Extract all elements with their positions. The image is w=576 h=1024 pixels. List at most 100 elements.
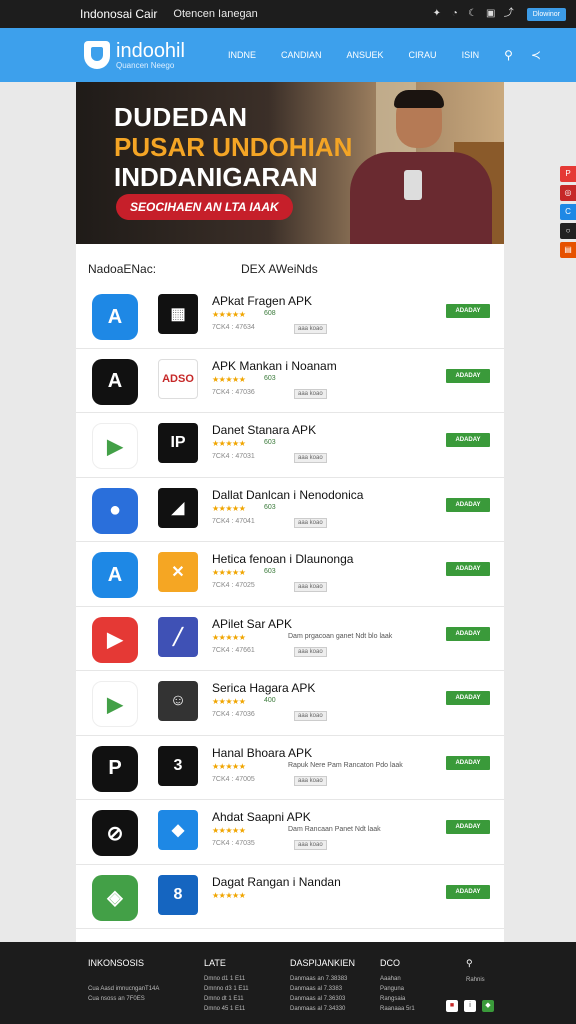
app-name[interactable]: APkat Fragen APK	[212, 294, 312, 308]
search-icon[interactable]: ⚲	[466, 958, 485, 969]
app-logo-icon[interactable]: P	[92, 745, 138, 792]
app-icon[interactable]: ▣	[485, 8, 497, 20]
app-list-item[interactable]: A ▦ APkat Fragen APK ★★★★★ 608 7CK4 : 47634 aa…	[76, 284, 504, 349]
rating-stars-icon: ★★★★★	[212, 697, 246, 706]
app-list-item[interactable]: ◈ 8 Dagat Rangan i Nandan ★★★★★ ADADAY	[76, 865, 504, 929]
app-icon[interactable]: 3	[158, 745, 198, 786]
footer-link[interactable]: Danmaas al 7.36303	[290, 996, 355, 1002]
app-icon[interactable]: ╱	[158, 616, 198, 657]
footer-link[interactable]: Danmaas an 7.38383	[290, 976, 355, 982]
nav-item[interactable]: INDNE	[228, 50, 256, 60]
footer-link[interactable]: Dmno dt 1 E11	[204, 996, 249, 1002]
footer-link[interactable]: Dmno 45 1 E11	[204, 1006, 249, 1012]
logo-text: indoohil	[116, 39, 185, 62]
app-list-item[interactable]: A ✕ Hetica fenoan i Dlaunonga ★★★★★ 603 7CK4 …	[76, 542, 504, 607]
app-name[interactable]: Hanal Bhoara APK	[212, 746, 312, 760]
app-name[interactable]: Danet Stanara APK	[212, 423, 316, 437]
download-button[interactable]: ADADAY	[446, 497, 490, 512]
footer-link[interactable]: Panguna	[380, 986, 415, 992]
nav-item[interactable]: CIRAU	[409, 50, 437, 60]
app-list-item[interactable]: ▶ ╱ APilet Sar APK ★★★★★ Dam prgacoan ganet …	[76, 607, 504, 671]
app-name[interactable]: Dagat Rangan i Nandan	[212, 875, 341, 889]
app-icon[interactable]: ▦	[158, 294, 198, 334]
app-name[interactable]: Dallat Danlcan i Nenodonica	[212, 488, 363, 502]
app-meta: 7CK4 : 47036	[212, 388, 255, 396]
moon-icon[interactable]: ☾	[467, 8, 479, 20]
twitter-icon[interactable]: ✦	[431, 8, 443, 20]
app-logo-icon[interactable]: A	[92, 552, 138, 598]
download-button[interactable]: ADADAY	[446, 304, 490, 318]
rss-icon[interactable]: ▤	[560, 242, 576, 258]
app-name[interactable]: APK Mankan i Noanam	[212, 359, 337, 373]
app-list-item[interactable]: P 3 Hanal Bhoara APK ★★★★★ Rapuk Nere Pam Ra…	[76, 736, 504, 800]
app-logo-icon[interactable]: ▶	[92, 616, 138, 663]
app-icon[interactable]: 8	[158, 874, 198, 915]
app-list-item[interactable]: A ADSO APK Mankan i Noanam ★★★★★ 603 7CK4 : 4…	[76, 349, 504, 413]
app-list-item[interactable]: ● ◢ Dallat Danlcan i Nenodonica ★★★★★ 603 7CK…	[76, 478, 504, 542]
footer-link[interactable]: Aaahan	[380, 976, 415, 982]
app-icon[interactable]: ◆	[158, 810, 198, 850]
app-icon[interactable]: ✕	[158, 552, 198, 592]
footer-link[interactable]: Dmnno d3 1 E11	[204, 986, 249, 992]
download-button[interactable]: ADADAY	[446, 884, 490, 899]
app-meta: 7CK4 : 47005	[212, 775, 255, 783]
nav-item[interactable]: ANSUEK	[347, 50, 384, 60]
download-button[interactable]: ADADAY	[446, 691, 490, 705]
app-name[interactable]: Ahdat Saapni APK	[212, 810, 311, 824]
app-logo-icon[interactable]: ▶	[92, 681, 138, 727]
download-button[interactable]: ADADAY	[446, 368, 490, 383]
app-list-item[interactable]: ▶ ☺ Serica Hagara APK ★★★★★ 400 7CK4 : 47036 a…	[76, 671, 504, 736]
whatsapp-icon[interactable]: ○	[560, 223, 576, 239]
download-button[interactable]: ADADAY	[446, 626, 490, 641]
app-logo-icon[interactable]: A	[92, 294, 138, 340]
android-icon[interactable]: ◆	[482, 1000, 494, 1012]
nav-item[interactable]: CANDIAN	[281, 50, 322, 60]
rating-stars-icon: ★★★★★	[212, 374, 246, 384]
share-icon[interactable]: ≺	[531, 48, 541, 62]
logo[interactable]: indoohil Quancen Neego	[84, 41, 185, 70]
rating-value: 400	[264, 697, 276, 704]
app-name[interactable]: APilet Sar APK	[212, 617, 292, 631]
nav-item[interactable]: ISIN	[462, 50, 480, 60]
app-logo-icon[interactable]: ●	[92, 487, 138, 534]
app-logo-icon[interactable]: ⊘	[92, 810, 138, 856]
footer-link[interactable]: Danmaas al 7.34330	[290, 1006, 355, 1012]
app-name[interactable]: Hetica fenoan i Dlaunonga	[212, 552, 353, 566]
app-list-item[interactable]: ▶ IP Danet Stanara APK ★★★★★ 603 7CK4 : 47031…	[76, 413, 504, 478]
download-button[interactable]: ADADAY	[446, 433, 490, 447]
app-name[interactable]: Serica Hagara APK	[212, 681, 315, 695]
app-icon[interactable]: ◢	[158, 487, 198, 528]
instagram-icon[interactable]: ◎	[560, 185, 576, 201]
download-button[interactable]: ADADAY	[446, 562, 490, 576]
footer-link[interactable]: Cua Aasd imnucnganT14A	[88, 986, 159, 992]
banner-cta-button[interactable]: SEOCIHAEN AN LTA IAAK	[116, 194, 293, 220]
pinterest-icon[interactable]: P	[560, 166, 576, 182]
flag-icon[interactable]: ■	[446, 1000, 458, 1012]
footer-link[interactable]: Cua nsoss an 7F0ES	[88, 996, 159, 1002]
app-logo-icon[interactable]: A	[92, 358, 138, 405]
app-tag: aaa koao	[294, 324, 327, 334]
hero-banner[interactable]: DUDEDAN PUSAR UNDOHIAN INDDANIGARAN SEOC…	[76, 82, 504, 244]
share-icon[interactable]: ⤴	[503, 8, 515, 20]
app-logo-icon[interactable]: ◈	[92, 874, 138, 921]
compass-icon[interactable]: ◔	[449, 8, 461, 20]
app-icon[interactable]: ☺	[158, 681, 198, 721]
info-icon[interactable]: i	[464, 1000, 476, 1012]
web-icon[interactable]: C	[560, 204, 576, 220]
footer-link[interactable]: Dmno d1 1 E11	[204, 976, 249, 982]
footer-link[interactable]: Danmaas al 7.3383	[290, 986, 355, 992]
download-button[interactable]: ADADAY	[446, 820, 490, 834]
app-logo-icon[interactable]: ▶	[92, 423, 138, 469]
download-button[interactable]: Dlowinor	[526, 7, 566, 21]
app-list-item[interactable]: ⊘ ◆ Ahdat Saapni APK ★★★★★ Dam Rancaan Panet…	[76, 800, 504, 865]
footer-link[interactable]: Raanaaa 5r1	[380, 1006, 415, 1012]
download-button[interactable]: ADADAY	[446, 755, 490, 770]
footer-link[interactable]: Rahnis	[466, 977, 485, 983]
search-icon[interactable]: ⚲	[504, 48, 513, 62]
banner-headline-2: PUSAR UNDOHIAN	[114, 132, 353, 162]
app-icon[interactable]: ADSO	[158, 358, 198, 399]
rating-stars-icon: ★★★★★	[212, 439, 246, 448]
app-icon[interactable]: IP	[158, 423, 198, 463]
main-nav: INDNE CANDIAN ANSUEK CIRAU ISIN ⚲ ≺	[228, 28, 559, 82]
footer-link[interactable]: Rangsaia	[380, 996, 415, 1002]
